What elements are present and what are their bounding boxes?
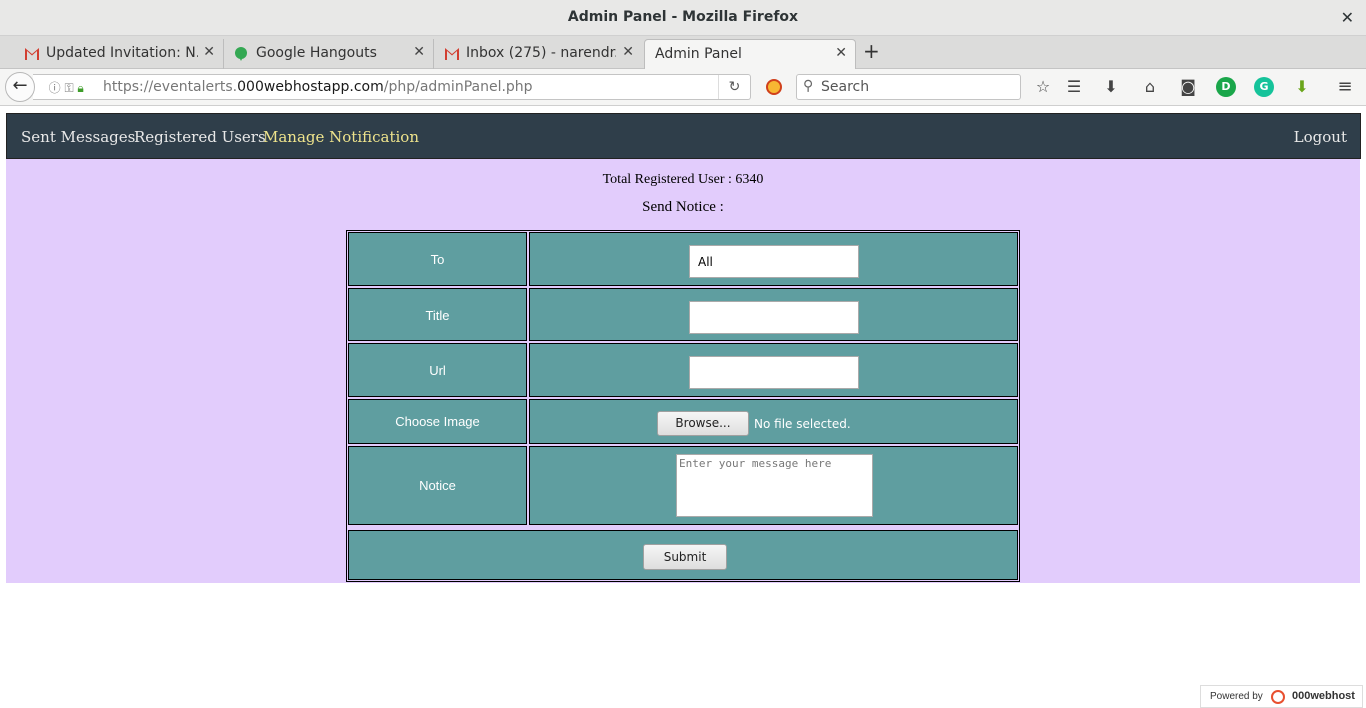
tab-google-hangouts[interactable]: Google Hangouts ✕ bbox=[226, 39, 434, 69]
url-field[interactable] bbox=[689, 356, 859, 389]
gmail-icon bbox=[25, 48, 39, 60]
download-icon[interactable]: ⬇ bbox=[1101, 77, 1121, 97]
no-file-text: No file selected. bbox=[754, 417, 851, 431]
webhost-logo-icon bbox=[1271, 690, 1285, 704]
url-label: Url bbox=[429, 363, 446, 378]
web-page: Sent Messages Registered Users Manage No… bbox=[0, 107, 1366, 708]
pocket-icon[interactable]: ◙ bbox=[1178, 77, 1198, 97]
url-input-cell bbox=[529, 343, 1018, 397]
notice-textarea[interactable] bbox=[676, 454, 873, 517]
nav-registered-users[interactable]: Registered Users bbox=[134, 128, 266, 146]
new-tab-icon[interactable]: + bbox=[863, 39, 880, 63]
url-path: /php/adminPanel.php bbox=[383, 79, 533, 95]
to-input-cell bbox=[529, 232, 1018, 286]
url-label-cell: Url bbox=[348, 343, 527, 397]
site-info-icons[interactable]: ⓘ ⚿ 🔒︎ bbox=[41, 79, 84, 96]
notice-label: Notice bbox=[419, 478, 456, 493]
powered-by-badge[interactable]: Powered by 000webhost bbox=[1200, 685, 1363, 708]
tab-label: Inbox (275) - narendr... bbox=[466, 45, 616, 61]
tab-label: Google Hangouts bbox=[256, 45, 377, 61]
grammarly-icon[interactable]: G bbox=[1254, 77, 1274, 97]
powered-by-brand: 000webhost bbox=[1292, 690, 1355, 702]
download-helper-icon[interactable]: ⬇ bbox=[1292, 77, 1312, 97]
tab-label: Admin Panel bbox=[655, 46, 742, 62]
gmail-icon bbox=[445, 48, 459, 60]
reader-list-icon[interactable]: ☰ bbox=[1064, 77, 1084, 97]
powered-by-text: Powered by bbox=[1210, 691, 1263, 702]
tab-inbox[interactable]: Inbox (275) - narendr... ✕ bbox=[436, 39, 642, 69]
choose-image-label: Choose Image bbox=[395, 414, 480, 429]
image-label-cell: Choose Image bbox=[348, 399, 527, 444]
title-label-cell: Title bbox=[348, 288, 527, 341]
nav-sent-messages[interactable]: Sent Messages bbox=[21, 128, 135, 146]
tab-close-icon[interactable]: ✕ bbox=[413, 44, 425, 60]
site-navbar: Sent Messages Registered Users Manage No… bbox=[6, 113, 1361, 159]
tab-label: Updated Invitation: N... bbox=[46, 45, 198, 61]
extension-d-icon[interactable]: D bbox=[1216, 77, 1236, 97]
window-close-icon[interactable]: ✕ bbox=[1341, 8, 1354, 27]
window-title: Admin Panel - Mozilla Firefox bbox=[567, 9, 799, 25]
notice-input-cell bbox=[529, 446, 1018, 525]
url-domain: 000webhostapp.com bbox=[237, 79, 384, 95]
send-notice-heading: Send Notice : bbox=[642, 199, 724, 215]
bookmark-star-icon[interactable]: ☆ bbox=[1033, 77, 1053, 97]
nav-manage-notification[interactable]: Manage Notification bbox=[263, 128, 419, 146]
tab-updated-invitation[interactable]: Updated Invitation: N... ✕ bbox=[16, 39, 224, 69]
blocker-icon[interactable] bbox=[766, 79, 782, 95]
title-field[interactable] bbox=[689, 301, 859, 334]
submit-button[interactable]: Submit bbox=[643, 544, 727, 570]
tab-close-icon[interactable]: ✕ bbox=[835, 45, 847, 61]
tab-bar: Updated Invitation: N... ✕ Google Hangou… bbox=[0, 36, 1366, 69]
back-button[interactable]: ← bbox=[5, 72, 35, 102]
tab-close-icon[interactable]: ✕ bbox=[622, 44, 634, 60]
title-input-cell bbox=[529, 288, 1018, 341]
hangouts-icon bbox=[235, 47, 247, 61]
nav-toolbar: ⓘ ⚿ 🔒︎ https://eventalerts.000webhostapp… bbox=[0, 69, 1366, 106]
nav-logout[interactable]: Logout bbox=[1294, 128, 1347, 146]
total-registered-users: Total Registered User : 6340 bbox=[602, 172, 764, 187]
window-titlebar: Admin Panel - Mozilla Firefox ✕ bbox=[0, 0, 1366, 36]
tab-close-icon[interactable]: ✕ bbox=[203, 44, 215, 60]
search-icon: ⚲ bbox=[803, 78, 814, 94]
reload-icon[interactable]: ↻ bbox=[718, 75, 750, 99]
back-arrow-icon: ← bbox=[12, 75, 28, 96]
search-input[interactable] bbox=[821, 78, 1011, 96]
home-icon[interactable]: ⌂ bbox=[1140, 77, 1160, 97]
lock-icon: 🔒︎ bbox=[77, 81, 84, 95]
to-label: To bbox=[430, 252, 445, 267]
submit-cell: Submit bbox=[348, 530, 1018, 580]
to-label-cell: To bbox=[348, 232, 527, 286]
notice-form: To Title Url Choose Image bbox=[346, 230, 1020, 582]
browse-button[interactable]: Browse... bbox=[657, 411, 749, 436]
to-field[interactable] bbox=[689, 245, 859, 278]
main-content: Total Registered User : 6340 Send Notice… bbox=[6, 159, 1360, 583]
menu-icon[interactable]: ≡ bbox=[1335, 77, 1355, 97]
tab-admin-panel[interactable]: Admin Panel ✕ bbox=[644, 39, 856, 69]
title-label: Title bbox=[425, 308, 450, 323]
url-prefix: https://eventalerts. bbox=[103, 79, 238, 95]
notice-label-cell: Notice bbox=[348, 446, 527, 525]
image-input-cell: Browse... No file selected. bbox=[529, 399, 1018, 444]
url-text[interactable]: https://eventalerts.000webhostapp.com/ph… bbox=[103, 79, 533, 95]
search-box[interactable]: ⚲ bbox=[796, 74, 1021, 100]
url-bar[interactable]: ⓘ ⚿ 🔒︎ https://eventalerts.000webhostapp… bbox=[33, 74, 751, 100]
